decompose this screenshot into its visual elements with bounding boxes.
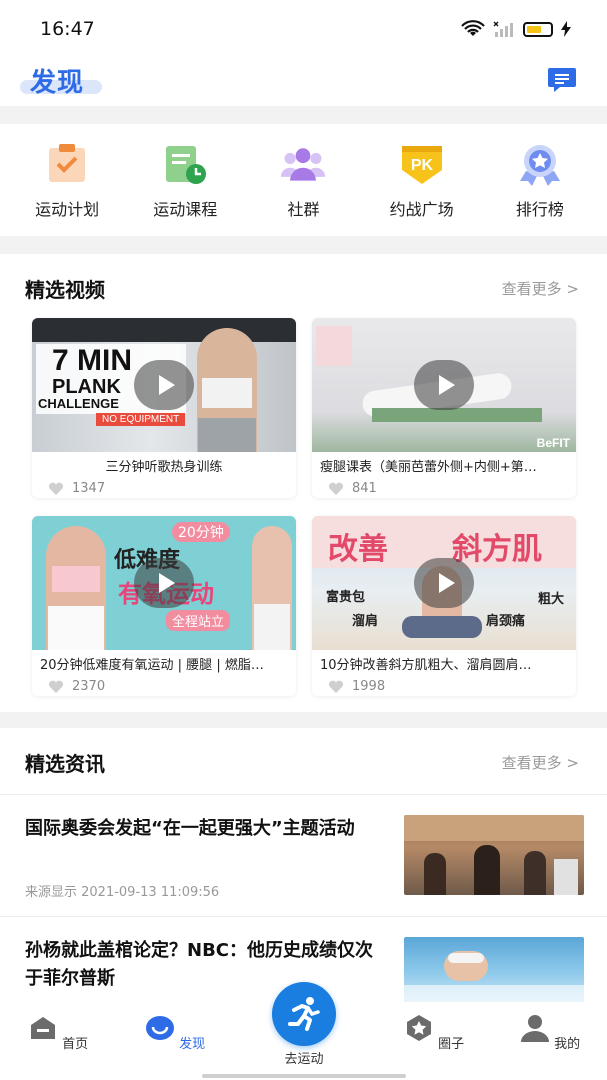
section-divider (0, 712, 607, 728)
quick-nav-plan[interactable]: 运动计划 (12, 124, 122, 236)
start-workout-button[interactable] (272, 982, 336, 1046)
charging-icon (561, 21, 571, 37)
quick-nav: 运动计划 运动课程 社群 PK 约战广场 排行榜 (0, 124, 607, 236)
community-icon (279, 140, 327, 188)
videos-more-link[interactable]: 查看更多 > (502, 278, 579, 299)
videos-section-header: 精选视频 查看更多 > (0, 262, 607, 312)
svg-text:PK: PK (411, 157, 434, 174)
thumb-text: NO EQUIPMENT (96, 413, 186, 426)
tab-label-workout: 去运动 (284, 1052, 324, 1067)
like-count: 1347 (32, 475, 296, 496)
like-count: 1998 (312, 673, 576, 694)
circle-badge-icon (406, 1015, 431, 1041)
video-thumbnail: 20分钟 低难度 有氧运动 全程站立 (32, 516, 296, 650)
video-card[interactable]: 20分钟 低难度 有氧运动 全程站立 20分钟低难度有氧运动 | 腰腿 | 燃脂… (32, 516, 296, 696)
status-time: 16:47 (40, 18, 95, 40)
video-thumbnail: 改善 斜方肌 富贵包 粗大 溜肩 肩颈痛 (312, 516, 576, 650)
wifi-icon (461, 20, 485, 36)
like-number: 1998 (352, 679, 386, 694)
pk-badge-icon: PK (398, 140, 446, 188)
news-thumbnail (404, 815, 584, 895)
home-icon (30, 1017, 55, 1039)
battery-icon (523, 21, 553, 37)
quick-nav-community[interactable]: 社群 (248, 124, 358, 236)
thumb-text: 溜肩 (352, 614, 379, 629)
thumb-text: CHALLENGE (38, 396, 119, 411)
news-title: 国际奥委会发起“在一起更强大”主题活动 (25, 818, 355, 839)
play-icon[interactable] (134, 558, 194, 608)
thumb-text: 7 MIN (52, 344, 133, 377)
video-title: 瘦腿课表（美丽芭蕾外侧+内侧+第… (320, 460, 537, 475)
quick-nav-label: 社群 (287, 200, 320, 219)
thumb-text: 全程站立 (166, 610, 231, 631)
tab-label: 我的 (554, 1037, 581, 1052)
tab-home[interactable]: 首页 (18, 1014, 98, 1052)
section-divider (0, 106, 607, 124)
thumb-text: BeFIT (536, 436, 570, 450)
tab-mine[interactable]: 我的 (510, 1014, 590, 1052)
section-divider (0, 236, 607, 254)
like-count: 2370 (32, 673, 296, 694)
video-card[interactable]: BeFIT 瘦腿课表（美丽芭蕾外侧+内侧+第… 841 (312, 318, 576, 498)
video-thumbnail: BeFIT (312, 318, 576, 452)
clipboard-check-icon (43, 140, 91, 188)
section-title: 精选资讯 (25, 752, 105, 776)
quick-nav-label: 运动课程 (153, 200, 218, 219)
play-icon[interactable] (134, 360, 194, 410)
thumb-text: 20分钟 (172, 522, 230, 542)
like-number: 2370 (72, 679, 106, 694)
tab-circle[interactable]: 圈子 (394, 1014, 474, 1052)
tab-label: 发现 (179, 1037, 206, 1052)
thumb-text: 斜方肌 (452, 532, 542, 567)
status-bar: 16:47 (0, 0, 607, 60)
video-card[interactable]: 7 MIN PLANK CHALLENGE NO EQUIPMENT 三分钟听歌… (32, 318, 296, 498)
news-item[interactable]: 国际奥委会发起“在一起更强大”主题活动 来源显示 2021-09-13 11:0… (0, 794, 607, 914)
tab-label: 首页 (62, 1037, 89, 1052)
thumb-text: 改善 (328, 532, 388, 567)
like-number: 1347 (72, 481, 106, 496)
heart-icon (328, 680, 344, 693)
user-icon (520, 1015, 549, 1042)
tab-discover[interactable]: 发现 (135, 1014, 215, 1052)
page-title: 发现 (30, 68, 85, 98)
section-title: 精选视频 (25, 278, 105, 302)
video-title: 三分钟听歌热身训练 (105, 460, 223, 475)
play-icon[interactable] (414, 558, 474, 608)
signal-icon (493, 21, 513, 37)
news-meta: 来源显示 2021-09-13 11:09:56 (25, 885, 220, 900)
thumb-text: 富贵包 (326, 590, 366, 605)
course-clock-icon (161, 140, 209, 188)
news-more-link[interactable]: 查看更多 > (502, 752, 579, 773)
video-title: 20分钟低难度有氧运动 | 腰腿 | 燃脂… (40, 658, 264, 673)
play-icon[interactable] (414, 360, 474, 410)
video-title: 10分钟改善斜方肌粗大、溜肩圆肩… (320, 658, 532, 673)
quick-nav-label: 约战广场 (389, 200, 454, 219)
tab-label: 圈子 (438, 1037, 465, 1052)
like-number: 841 (352, 481, 377, 496)
news-section-header: 精选资讯 查看更多 > (0, 736, 607, 786)
news-thumbnail (404, 937, 584, 1005)
quick-nav-course[interactable]: 运动课程 (130, 124, 240, 236)
video-card[interactable]: 改善 斜方肌 富贵包 粗大 溜肩 肩颈痛 10分钟改善斜方肌粗大、溜肩圆肩… 1… (312, 516, 576, 696)
thumb-text: 肩颈痛 (486, 614, 526, 629)
status-icons (461, 20, 571, 38)
thumb-text: 粗大 (538, 592, 565, 607)
heart-icon (328, 482, 344, 495)
like-count: 841 (312, 475, 576, 496)
home-indicator (202, 1074, 406, 1078)
quick-nav-label: 排行榜 (515, 200, 564, 219)
message-icon[interactable] (547, 66, 577, 94)
header: 发现 (0, 60, 607, 106)
heart-icon (48, 680, 64, 693)
quick-nav-label: 运动计划 (35, 200, 100, 219)
quick-nav-ranking[interactable]: 排行榜 (485, 124, 595, 236)
video-thumbnail: 7 MIN PLANK CHALLENGE NO EQUIPMENT (32, 318, 296, 452)
ranking-medal-icon (516, 140, 564, 188)
news-title: 孙杨就此盖棺论定？NBC：他历史成绩仅次于菲尔普斯 (25, 940, 373, 989)
running-icon (288, 997, 320, 1031)
heart-icon (48, 482, 64, 495)
quick-nav-pk[interactable]: PK 约战广场 (367, 124, 477, 236)
discover-icon (145, 1016, 174, 1040)
